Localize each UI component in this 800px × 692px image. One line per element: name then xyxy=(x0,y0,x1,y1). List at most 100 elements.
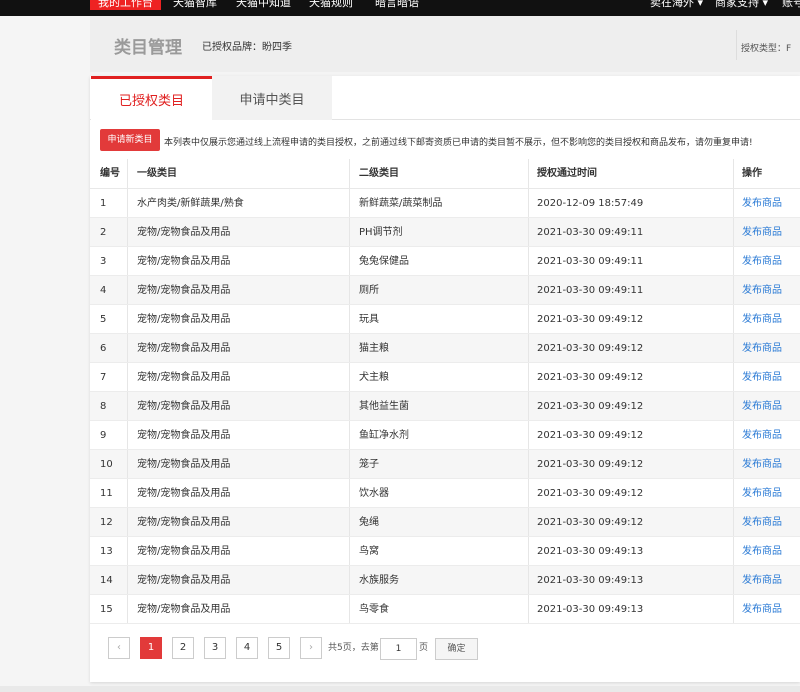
page-jump-input[interactable] xyxy=(380,638,417,660)
cell-time-text: 2021-03-30 09:49:12 xyxy=(537,343,644,354)
publish-product-link[interactable]: 发布商品 xyxy=(742,227,782,238)
publish-product-link[interactable]: 发布商品 xyxy=(742,430,782,441)
cell-time-text: 2021-03-30 09:49:12 xyxy=(537,517,644,528)
top-nav-bar: 我的工作台 天猫智库 天猫中知道 天猫规则 暗言暗语 卖在海外 ▾ 商家支持 ▾… xyxy=(0,0,800,16)
cell-id-text: 13 xyxy=(100,546,113,557)
apply-new-category-button[interactable]: 申请新类目 xyxy=(100,129,160,151)
cell-level1: 宠物/宠物食品及用品 xyxy=(128,537,350,565)
cell-id-text: 8 xyxy=(100,401,107,412)
cell-time: 2021-03-30 09:49:13 xyxy=(529,537,734,565)
authorized-brand: 已授权品牌：盼四季 xyxy=(202,38,292,53)
header-divider xyxy=(736,30,737,60)
cell-action: 发布商品 xyxy=(734,392,800,420)
tab-authorized-categories[interactable]: 已授权类目 xyxy=(91,76,212,120)
cell-level1: 宠物/宠物食品及用品 xyxy=(128,218,350,246)
table-row: 1 水产肉类/新鲜蔬果/熟食 新鲜蔬菜/蔬菜制品 2020-12-09 18:57:4… xyxy=(90,189,800,218)
cell-id: 8 xyxy=(90,392,128,420)
cell-id-text: 9 xyxy=(100,430,107,441)
cell-id: 5 xyxy=(90,305,128,333)
cell-id-text: 3 xyxy=(100,256,107,267)
cell-level2-text: 饮水器 xyxy=(359,488,389,499)
cell-action: 发布商品 xyxy=(734,363,800,391)
nav-account[interactable]: 账号 xyxy=(782,0,800,10)
cell-level1: 宠物/宠物食品及用品 xyxy=(128,363,350,391)
cell-time: 2021-03-30 09:49:12 xyxy=(529,305,734,333)
cell-level2-text: 犬主粮 xyxy=(359,372,389,383)
confirm-jump-button[interactable]: 确定 xyxy=(435,638,478,660)
cell-time: 2020-12-09 18:57:49 xyxy=(529,189,734,217)
publish-product-link[interactable]: 发布商品 xyxy=(742,285,782,296)
cell-action: 发布商品 xyxy=(734,595,800,623)
publish-product-link[interactable]: 发布商品 xyxy=(742,575,782,586)
page-button-2[interactable]: 2 xyxy=(172,637,194,659)
publish-product-link[interactable]: 发布商品 xyxy=(742,343,782,354)
cell-id-text: 7 xyxy=(100,372,107,383)
nav-tmall-knowledge[interactable]: 天猫中知道 xyxy=(236,0,291,10)
publish-product-link[interactable]: 发布商品 xyxy=(742,372,782,383)
page-button-5[interactable]: 5 xyxy=(268,637,290,659)
publish-product-link[interactable]: 发布商品 xyxy=(742,198,782,209)
cell-level1-text: 水产肉类/新鲜蔬果/熟食 xyxy=(137,198,244,209)
total-pages-text: 共5页，去第 xyxy=(328,643,379,653)
page-bottom-edge xyxy=(0,686,800,692)
table-row: 15 宠物/宠物食品及用品 鸟零食 2021-03-30 09:49:13 发布商品 xyxy=(90,595,800,624)
publish-product-link[interactable]: 发布商品 xyxy=(742,546,782,557)
cell-id-text: 15 xyxy=(100,604,113,615)
cell-time-text: 2021-03-30 09:49:12 xyxy=(537,488,644,499)
publish-product-link[interactable]: 发布商品 xyxy=(742,459,782,470)
prev-page-button[interactable]: ‹ xyxy=(108,637,130,659)
page-unit-text: 页 xyxy=(419,643,429,653)
cell-id-text: 12 xyxy=(100,517,113,528)
cell-time: 2021-03-30 09:49:12 xyxy=(529,450,734,478)
page-button-1[interactable]: 1 xyxy=(140,637,162,659)
nav-my-workbench[interactable]: 我的工作台 xyxy=(90,0,161,10)
nav-overseas[interactable]: 卖在海外 ▾ xyxy=(650,0,703,10)
cell-level1: 宠物/宠物食品及用品 xyxy=(128,479,350,507)
cell-level1-text: 宠物/宠物食品及用品 xyxy=(137,488,231,499)
publish-product-link[interactable]: 发布商品 xyxy=(742,401,782,412)
cell-level1: 宠物/宠物食品及用品 xyxy=(128,450,350,478)
nav-tmall-think-tank[interactable]: 天猫智库 xyxy=(173,0,217,10)
cell-time: 2021-03-30 09:49:13 xyxy=(529,566,734,594)
page-button-4[interactable]: 4 xyxy=(236,637,258,659)
cell-action: 发布商品 xyxy=(734,247,800,275)
cell-id: 14 xyxy=(90,566,128,594)
tab-bar: 已授权类目 申请中类目 xyxy=(90,76,800,120)
tab-pending-categories[interactable]: 申请中类目 xyxy=(212,76,332,120)
next-page-button[interactable]: › xyxy=(300,637,322,659)
nav-merchant-support[interactable]: 商家支持 ▾ xyxy=(715,0,768,10)
auth-type-label: 授权类型：F xyxy=(741,44,792,54)
cell-time-text: 2021-03-30 09:49:11 xyxy=(537,256,644,267)
cell-level1-text: 宠物/宠物食品及用品 xyxy=(137,401,231,412)
notice-text: 本列表中仅展示您通过线上流程申请的类目授权，之前通过线下邮寄资质已申请的类目暂不… xyxy=(164,138,753,148)
page-button-3[interactable]: 3 xyxy=(204,637,226,659)
cell-action: 发布商品 xyxy=(734,334,800,362)
cell-time-text: 2021-03-30 09:49:13 xyxy=(537,604,644,615)
cell-level2: 笼子 xyxy=(350,450,529,478)
cell-id-text: 14 xyxy=(100,575,113,586)
cell-time: 2021-03-30 09:49:12 xyxy=(529,392,734,420)
cell-level1: 水产肉类/新鲜蔬果/熟食 xyxy=(128,189,350,217)
cell-level1: 宠物/宠物食品及用品 xyxy=(128,566,350,594)
cell-level1-text: 宠物/宠物食品及用品 xyxy=(137,372,231,383)
publish-product-link[interactable]: 发布商品 xyxy=(742,604,782,615)
publish-product-link[interactable]: 发布商品 xyxy=(742,314,782,325)
cell-time-text: 2021-03-30 09:49:12 xyxy=(537,372,644,383)
cell-id-text: 6 xyxy=(100,343,107,354)
cell-id: 6 xyxy=(90,334,128,362)
publish-product-link[interactable]: 发布商品 xyxy=(742,488,782,499)
publish-product-link[interactable]: 发布商品 xyxy=(742,517,782,528)
table-row: 9 宠物/宠物食品及用品 鱼缸净水剂 2021-03-30 09:49:12 发布商品 xyxy=(90,421,800,450)
cell-time-text: 2021-03-30 09:49:12 xyxy=(537,314,644,325)
cell-id: 7 xyxy=(90,363,128,391)
cell-level2: 饮水器 xyxy=(350,479,529,507)
cell-level1-text: 宠物/宠物食品及用品 xyxy=(137,546,231,557)
cell-action: 发布商品 xyxy=(734,450,800,478)
cell-time-text: 2021-03-30 09:49:13 xyxy=(537,575,644,586)
nav-announcements[interactable]: 暗言暗语 xyxy=(375,0,419,10)
nav-tmall-rules[interactable]: 天猫规则 xyxy=(309,0,353,10)
cell-id: 11 xyxy=(90,479,128,507)
publish-product-link[interactable]: 发布商品 xyxy=(742,256,782,267)
table-row: 10 宠物/宠物食品及用品 笼子 2021-03-30 09:49:12 发布商品 xyxy=(90,450,800,479)
cell-id: 3 xyxy=(90,247,128,275)
